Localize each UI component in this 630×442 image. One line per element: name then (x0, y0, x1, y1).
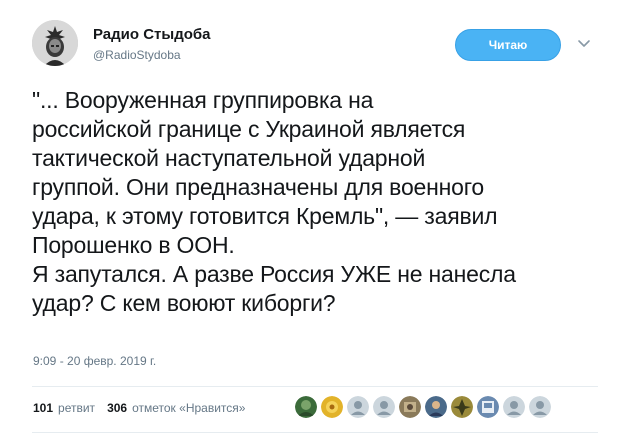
author-handle[interactable]: @RadioStydoba (93, 48, 181, 62)
following-button[interactable]: Читаю (455, 29, 561, 61)
tweet-menu-button[interactable] (576, 36, 592, 52)
tweet-line: Порошенко в ООН. (32, 232, 235, 258)
tweet-line: "... Вооруженная группировка на (32, 87, 374, 113)
author-name[interactable]: Радио Стыдоба (93, 26, 211, 43)
tweet-line: Я запутался. А разве Россия УЖЕ не нанес… (32, 261, 516, 287)
tweet-timestamp[interactable]: 9:09 - 20 февр. 2019 г. (33, 354, 156, 368)
avatar-icon (425, 396, 447, 418)
divider (32, 386, 598, 387)
avatar-icon (295, 396, 317, 418)
default-avatar-icon (373, 396, 395, 418)
tweet-line: российской границе с Украиной является (32, 116, 466, 142)
liker-avatar[interactable] (503, 396, 525, 418)
liker-avatar[interactable] (321, 396, 343, 418)
divider (32, 432, 598, 433)
avatar-icon (399, 396, 421, 418)
liker-avatar[interactable] (425, 396, 447, 418)
avatar-icon (451, 396, 473, 418)
default-avatar-icon (347, 396, 369, 418)
liker-avatar[interactable] (295, 396, 317, 418)
liker-avatar[interactable] (477, 396, 499, 418)
chevron-down-icon (578, 40, 590, 47)
liker-avatar[interactable] (451, 396, 473, 418)
tweet-line: тактической наступательной ударной (32, 145, 426, 171)
liker-avatars (295, 396, 551, 418)
liker-avatar[interactable] (399, 396, 421, 418)
liker-avatar[interactable] (373, 396, 395, 418)
like-count[interactable]: 306 (107, 401, 127, 415)
liker-avatar[interactable] (529, 396, 551, 418)
default-avatar-icon (503, 396, 525, 418)
like-label[interactable]: отметок «Нравится» (132, 401, 245, 415)
liker-avatar[interactable] (347, 396, 369, 418)
following-button-label: Читаю (488, 38, 528, 52)
author-avatar[interactable] (32, 20, 78, 66)
retweet-count[interactable]: 101 (33, 401, 53, 415)
tweet-text: "... Вооруженная группировка на российск… (32, 86, 622, 318)
avatar-icon (477, 396, 499, 418)
avatar-icon (321, 396, 343, 418)
tweet-line: группой. Они предназначены для военного (32, 174, 484, 200)
default-avatar-icon (529, 396, 551, 418)
tweet-line: удара, к этому готовится Кремль", — заяв… (32, 203, 498, 229)
retweet-label[interactable]: ретвит (58, 401, 95, 415)
tweet-line: удар? С кем воюют киборги? (32, 290, 336, 316)
statue-of-liberty-icon (32, 20, 78, 66)
tweet-stats: 101 ретвит 306 отметок «Нравится» (33, 401, 245, 415)
